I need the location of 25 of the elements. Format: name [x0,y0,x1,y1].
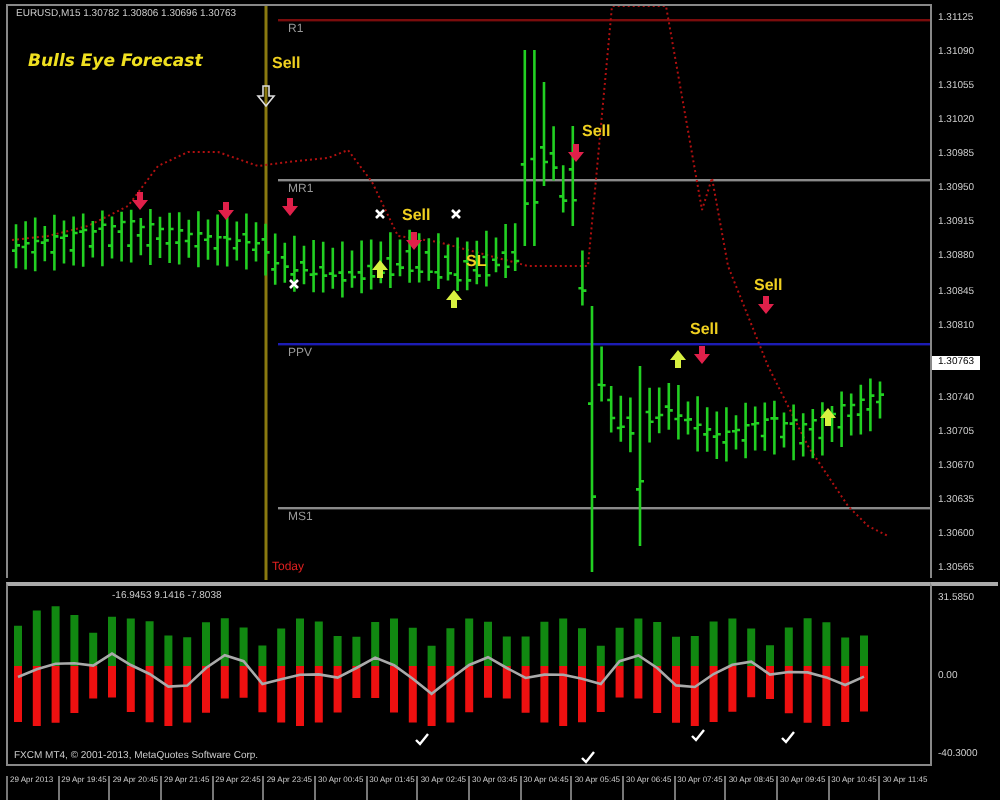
down-arrow-icon [568,144,584,162]
signal-label: Sell [690,322,719,338]
up-arrow-icon [446,290,462,308]
up-arrow-icon [372,260,388,278]
down-arrow-icon [758,296,774,314]
cross-icon [374,208,386,220]
signal-label: Sell [402,208,431,224]
check-icon [781,731,795,744]
down-arrow-icon [132,192,148,210]
signal-label: Sell [754,278,783,294]
check-icon [581,751,595,764]
down-arrow-icon [694,346,710,364]
cross-icon [288,278,300,290]
down-arrow-icon [218,202,234,220]
check-icon [415,733,429,746]
signal-label: Sell [272,56,301,72]
chart-title: Bulls Eye Forecast [28,54,203,71]
up-arrow-icon [670,350,686,368]
cross-icon [450,208,462,220]
down-arrow-icon [406,232,422,250]
signal-label: Sell [582,124,611,140]
up-arrow-icon [820,408,836,426]
down-arrow-icon [256,85,276,108]
down-arrow-icon [282,198,298,216]
check-icon [691,729,705,742]
